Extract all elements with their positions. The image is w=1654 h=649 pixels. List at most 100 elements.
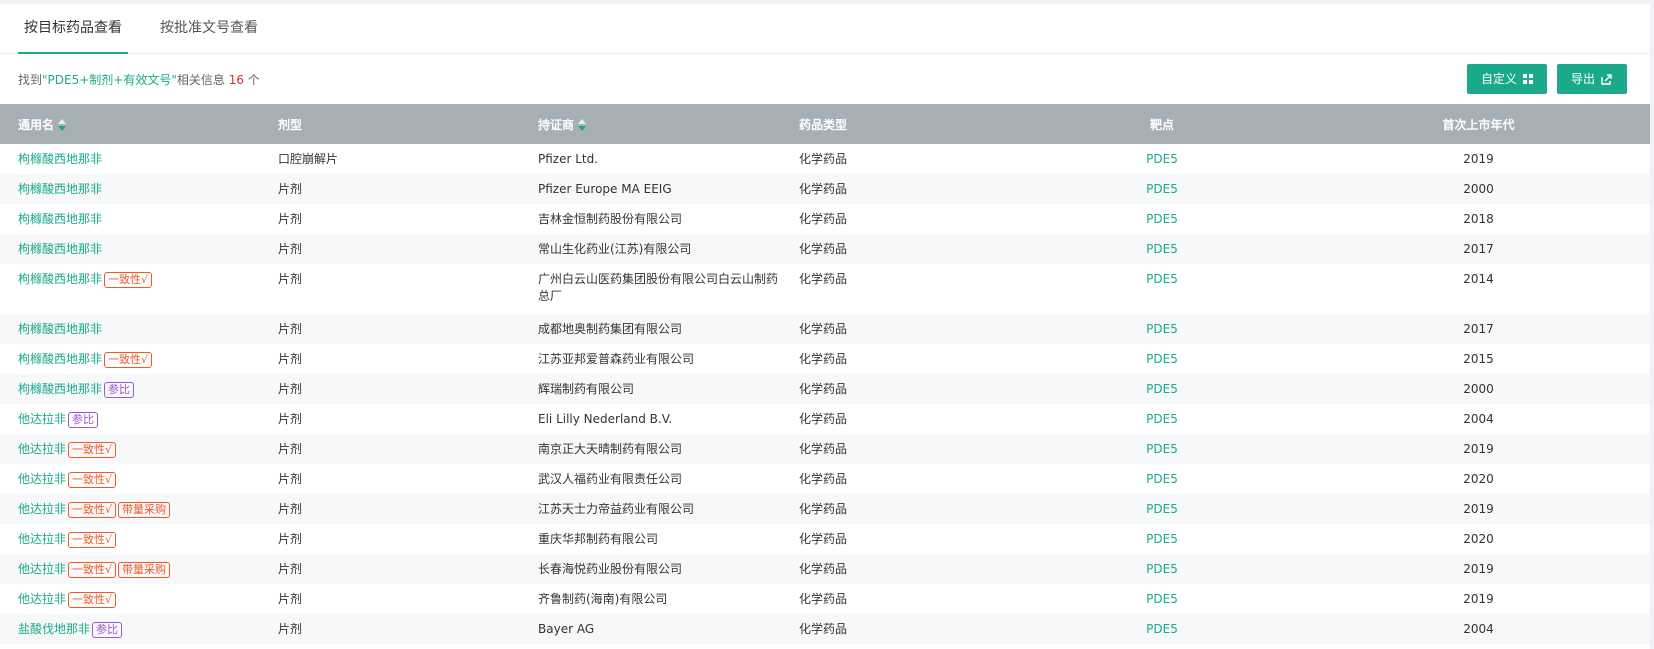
dosage-form-cell: 片剂: [278, 242, 303, 256]
target-cell[interactable]: PDE5: [1017, 494, 1307, 524]
tab-by-target-drug[interactable]: 按目标药品查看: [18, 4, 128, 54]
target-cell[interactable]: PDE5: [1017, 464, 1307, 494]
table-row[interactable]: 枸橼酸西地那非 口腔崩解片 Pfizer Ltd. 化学药品 PDE5 2019: [0, 144, 1650, 174]
drug-name-link[interactable]: 枸橼酸西地那非: [18, 352, 102, 366]
sort-icon[interactable]: [578, 119, 587, 131]
drug-name-link[interactable]: 他达拉非: [18, 442, 66, 456]
drug-name-link[interactable]: 枸橼酸西地那非: [18, 322, 102, 336]
table-row[interactable]: 他达拉非 一致性√ 带量采购 片剂 长春海悦药业股份有限公司 化学药品 PDE5 2019: [0, 554, 1650, 584]
table-row[interactable]: 枸橼酸西地那非 一致性√ 片剂 广州白云山医药集团股份有限公司白云山制药总厂 化学药品 P…: [0, 264, 1650, 314]
drug-name-link[interactable]: 他达拉非: [18, 502, 66, 516]
drug-name-link[interactable]: 他达拉非: [18, 592, 66, 606]
target-cell[interactable]: PDE5: [1017, 314, 1307, 344]
table-row[interactable]: 盐酸伐地那非 参比 片剂 Bayer AG 化学药品 PDE5 2004: [0, 614, 1650, 644]
holder-cell: 吉林金恒制药股份有限公司: [538, 212, 683, 226]
drug-name-cell[interactable]: 枸橼酸西地那非 一致性√: [0, 264, 260, 314]
first-launch-year-cell: 2020: [1463, 472, 1494, 486]
export-button[interactable]: 导出: [1556, 64, 1627, 94]
customize-button[interactable]: 自定义: [1466, 64, 1547, 94]
drug-name-link[interactable]: 他达拉非: [18, 532, 66, 546]
drug-name-cell[interactable]: 枸橼酸西地那非: [0, 314, 260, 344]
target-cell[interactable]: PDE5: [1017, 144, 1307, 174]
drug-name-cell[interactable]: 盐酸伐地那非 参比: [0, 614, 260, 644]
dosage-form-cell: 片剂: [278, 382, 303, 396]
status-badge: 参比: [104, 382, 135, 398]
table-row[interactable]: 枸橼酸西地那非 片剂 吉林金恒制药股份有限公司 化学药品 PDE5 2018: [0, 204, 1650, 234]
drug-name-cell[interactable]: 枸橼酸西地那非 一致性√: [0, 344, 260, 374]
status-badge: 带量采购: [118, 562, 171, 578]
holder-cell: 成都地奥制药集团有限公司: [538, 322, 683, 336]
target-cell[interactable]: PDE5: [1017, 434, 1307, 464]
target-cell[interactable]: PDE5: [1017, 554, 1307, 584]
dosage-form-cell: 口腔崩解片: [278, 152, 339, 166]
drug-type-cell: 化学药品: [799, 622, 848, 636]
table-row[interactable]: 枸橼酸西地那非 参比 片剂 辉瑞制药有限公司 化学药品 PDE5 2000: [0, 374, 1650, 404]
drug-name-cell[interactable]: 枸橼酸西地那非: [0, 234, 260, 264]
drug-name-cell[interactable]: 他达拉非 一致性√ 带量采购: [0, 554, 260, 584]
dosage-form-cell: 片剂: [278, 212, 303, 226]
target-cell[interactable]: PDE5: [1017, 374, 1307, 404]
drug-name-link[interactable]: 枸橼酸西地那非: [18, 212, 102, 226]
summary-query: "PDE5+制剂+有效文号": [42, 73, 177, 87]
drug-name-cell[interactable]: 枸橼酸西地那非 参比: [0, 374, 260, 404]
holder-cell: 重庆华邦制药有限公司: [538, 532, 659, 546]
first-launch-year-cell: 2000: [1463, 382, 1494, 396]
drug-name-cell[interactable]: 他达拉非 一致性√: [0, 524, 260, 554]
drug-name-link[interactable]: 他达拉非: [18, 412, 66, 426]
drug-name-link[interactable]: 枸橼酸西地那非: [18, 152, 102, 166]
drug-name-link[interactable]: 他达拉非: [18, 562, 66, 576]
target-cell[interactable]: PDE5: [1017, 404, 1307, 434]
target-cell[interactable]: PDE5: [1017, 264, 1307, 314]
table-row[interactable]: 他达拉非 参比 片剂 Eli Lilly Nederland B.V. 化学药品 PDE5…: [0, 404, 1650, 434]
table-row[interactable]: 他达拉非 一致性√ 带量采购 片剂 江苏天士力帝益药业有限公司 化学药品 PDE5 2019: [0, 494, 1650, 524]
status-badge: 一致性√: [104, 352, 153, 368]
target-cell[interactable]: PDE5: [1017, 584, 1307, 614]
first-launch-year-cell: 2019: [1463, 442, 1494, 456]
table-row[interactable]: 他达拉非 一致性√ 片剂 武汉人福药业有限责任公司 化学药品 PDE5 2020: [0, 464, 1650, 494]
drug-name-cell[interactable]: 他达拉非 一致性√: [0, 584, 260, 614]
table-row[interactable]: 他达拉非 一致性√ 片剂 齐鲁制药(海南)有限公司 化学药品 PDE5 2019: [0, 584, 1650, 614]
table-body: 枸橼酸西地那非 口腔崩解片 Pfizer Ltd. 化学药品 PDE5 2019 枸橼酸西地…: [0, 144, 1650, 644]
target-cell[interactable]: PDE5: [1017, 174, 1307, 204]
holder-cell: 江苏亚邦爱普森药业有限公司: [538, 352, 695, 366]
target-cell[interactable]: PDE5: [1017, 614, 1307, 644]
sort-icon[interactable]: [58, 119, 67, 131]
holder-cell: 广州白云山医药集团股份有限公司白云山制药总厂: [538, 272, 779, 303]
table-row[interactable]: 他达拉非 一致性√ 片剂 重庆华邦制药有限公司 化学药品 PDE5 2020: [0, 524, 1650, 554]
drug-name-cell[interactable]: 他达拉非 一致性√: [0, 434, 260, 464]
dosage-form-cell: 片剂: [278, 592, 303, 606]
toolbar: 找到"PDE5+制剂+有效文号"相关信息 16 个 自定义 导出: [0, 54, 1650, 104]
target-cell[interactable]: PDE5: [1017, 204, 1307, 234]
status-badge: 一致性√: [68, 442, 117, 458]
drug-type-cell: 化学药品: [799, 412, 848, 426]
table-row[interactable]: 枸橼酸西地那非 一致性√ 片剂 江苏亚邦爱普森药业有限公司 化学药品 PDE5 2015: [0, 344, 1650, 374]
holder-cell: Bayer AG: [538, 622, 595, 636]
drug-name-cell[interactable]: 枸橼酸西地那非: [0, 204, 260, 234]
drug-name-cell[interactable]: 枸橼酸西地那非: [0, 144, 260, 174]
table-row[interactable]: 枸橼酸西地那非 片剂 常山生化药业(江苏)有限公司 化学药品 PDE5 2017: [0, 234, 1650, 264]
target-cell[interactable]: PDE5: [1017, 524, 1307, 554]
column-header-generic-name[interactable]: 通用名: [0, 104, 260, 144]
drug-name-link[interactable]: 枸橼酸西地那非: [18, 272, 102, 286]
table-row[interactable]: 枸橼酸西地那非 片剂 成都地奥制药集团有限公司 化学药品 PDE5 2017: [0, 314, 1650, 344]
drug-name-link[interactable]: 盐酸伐地那非: [18, 622, 90, 636]
target-cell[interactable]: PDE5: [1017, 344, 1307, 374]
drug-name-cell[interactable]: 他达拉非 一致性√ 带量采购: [0, 494, 260, 524]
holder-cell: 常山生化药业(江苏)有限公司: [538, 242, 692, 256]
tab-by-approval-number[interactable]: 按批准文号查看: [154, 4, 264, 54]
drug-name-link[interactable]: 枸橼酸西地那非: [18, 382, 102, 396]
drug-name-link[interactable]: 枸橼酸西地那非: [18, 182, 102, 196]
table-row[interactable]: 枸橼酸西地那非 片剂 Pfizer Europe MA EEIG 化学药品 PDE5 20…: [0, 174, 1650, 204]
drug-name-cell[interactable]: 他达拉非 参比: [0, 404, 260, 434]
drug-name-cell[interactable]: 枸橼酸西地那非: [0, 174, 260, 204]
table-row[interactable]: 他达拉非 一致性√ 片剂 南京正大天晴制药有限公司 化学药品 PDE5 2019: [0, 434, 1650, 464]
customize-label: 自定义: [1480, 72, 1517, 86]
drug-name-link[interactable]: 枸橼酸西地那非: [18, 242, 102, 256]
target-cell[interactable]: PDE5: [1017, 234, 1307, 264]
drug-name-link[interactable]: 他达拉非: [18, 472, 66, 486]
first-launch-year-cell: 2017: [1463, 322, 1494, 336]
status-badge: 参比: [68, 412, 99, 428]
drug-type-cell: 化学药品: [799, 502, 848, 516]
column-header-holder[interactable]: 持证商: [520, 104, 781, 144]
drug-name-cell[interactable]: 他达拉非 一致性√: [0, 464, 260, 494]
